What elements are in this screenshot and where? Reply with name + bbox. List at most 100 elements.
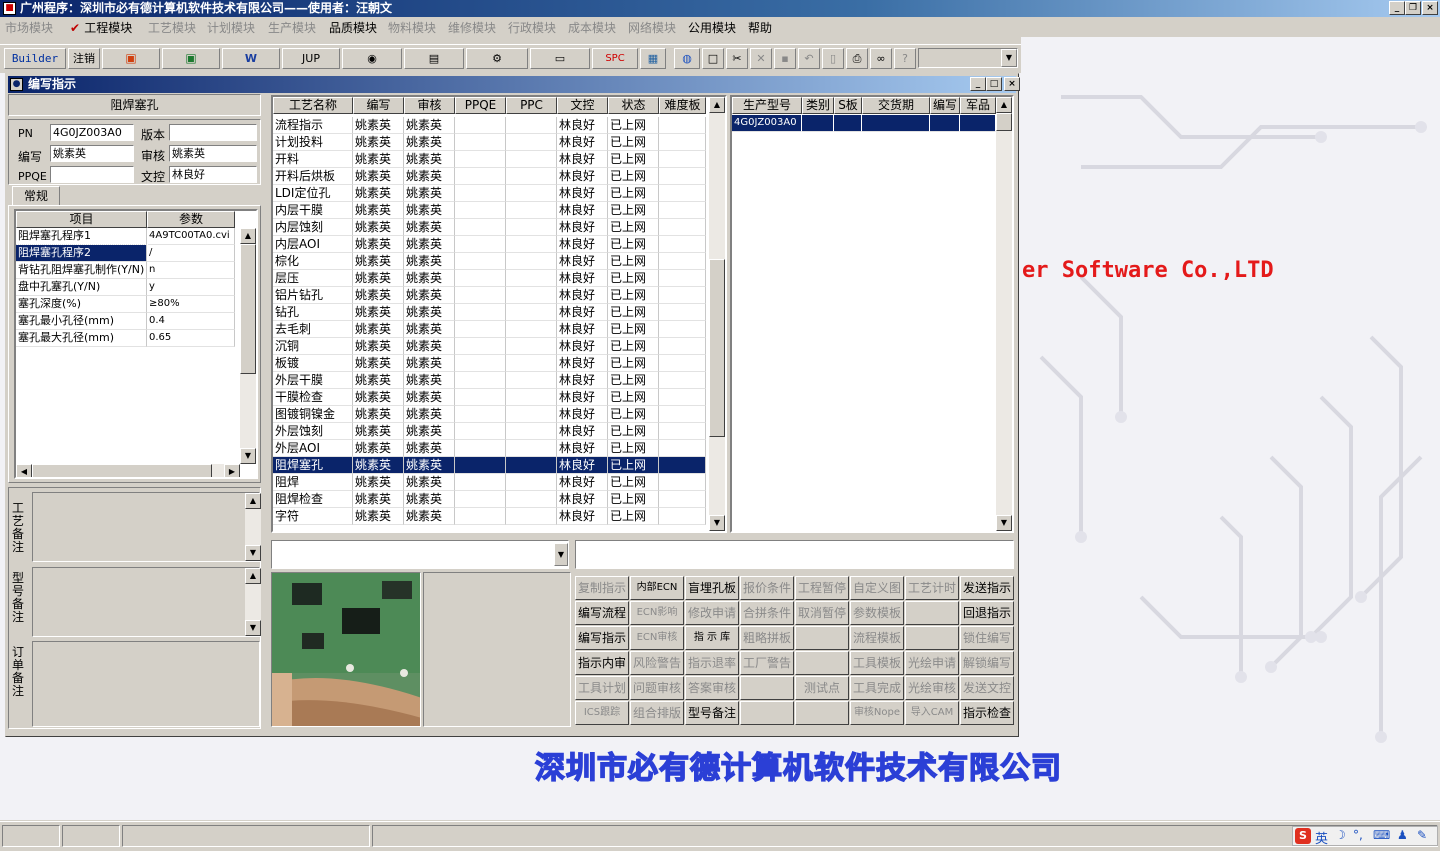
order-vscroll[interactable]: ▲ ▼: [996, 97, 1012, 531]
jup-button[interactable]: JUP: [282, 48, 340, 69]
menu-12[interactable]: 帮助: [748, 19, 772, 36]
process-row[interactable]: 去毛刺 姚素英 姚素英 林良好 已上网: [273, 321, 713, 338]
print-button[interactable]: ⎙: [846, 48, 868, 69]
calculator-button[interactable]: ▦: [640, 48, 666, 69]
ppqe-field[interactable]: [50, 166, 134, 183]
action-button[interactable]: 编写流程: [575, 601, 629, 625]
minimize-button[interactable]: _: [1389, 1, 1405, 15]
param-row[interactable]: 盘中孔塞孔(Y/N) y: [16, 279, 240, 296]
action-button[interactable]: 取消暂停: [795, 601, 849, 625]
scroll-down-icon[interactable]: ▼: [245, 545, 261, 561]
action-button[interactable]: 编写指示: [575, 626, 629, 650]
action-button[interactable]: 光绘申请: [905, 651, 959, 675]
action-button[interactable]: 流程模板: [850, 626, 904, 650]
version-field[interactable]: [169, 124, 257, 141]
punctuation-icon[interactable]: °,: [1353, 828, 1363, 842]
process-row[interactable]: 外层蚀刻 姚素英 姚素英 林良好 已上网: [273, 423, 713, 440]
menu-11[interactable]: 公用模块: [688, 19, 736, 36]
menu-6[interactable]: 物料模块: [388, 19, 436, 36]
process-remark-field[interactable]: ▲ ▼: [32, 492, 261, 562]
action-button[interactable]: 指示退率: [685, 651, 739, 675]
menu-0[interactable]: 市场模块: [5, 19, 53, 36]
logout-button[interactable]: 注销: [68, 48, 100, 69]
chevron-down-icon[interactable]: ▼: [554, 543, 568, 566]
scroll-thumb[interactable]: [996, 113, 1012, 131]
computer-button[interactable]: ▭: [530, 48, 590, 69]
param-value[interactable]: /: [147, 245, 235, 262]
order-column-header[interactable]: 军品: [960, 97, 996, 114]
spc-button[interactable]: SPC: [592, 48, 638, 69]
action-button[interactable]: [905, 626, 959, 650]
order-column-header[interactable]: S板: [834, 97, 862, 114]
menu-1[interactable]: ✔ 工程模块: [70, 19, 132, 36]
action-button[interactable]: 组合排版: [630, 701, 684, 725]
action-button[interactable]: ECN影响: [630, 601, 684, 625]
restore-button[interactable]: ❐: [1405, 1, 1421, 15]
action-button[interactable]: [740, 676, 794, 700]
powerpoint-button[interactable]: ▣: [102, 48, 160, 69]
remark-vscroll[interactable]: ▲ ▼: [245, 568, 261, 636]
scroll-down-icon[interactable]: ▼: [240, 448, 256, 464]
action-button[interactable]: 参数模板: [850, 601, 904, 625]
process-row[interactable]: 开料 姚素英 姚素英 林良好 已上网: [273, 151, 713, 168]
save-button[interactable]: ▪: [774, 48, 796, 69]
browser-button[interactable]: ◍: [674, 48, 700, 69]
action-button[interactable]: 自定义图: [850, 576, 904, 600]
order-column-header[interactable]: 生产型号: [732, 97, 802, 114]
param-value[interactable]: 0.65: [147, 330, 235, 347]
wrench-icon[interactable]: ✎: [1417, 828, 1427, 842]
review-field[interactable]: 姚素英: [169, 145, 257, 162]
param-row[interactable]: 塞孔最小孔径(mm) 0.4: [16, 313, 240, 330]
process-column-header[interactable]: 难度板: [659, 97, 706, 114]
process-row[interactable]: 计划投料 姚素英 姚素英 林良好 已上网: [273, 134, 713, 151]
action-button[interactable]: 粗略拼板: [740, 626, 794, 650]
action-button[interactable]: 指示内审: [575, 651, 629, 675]
action-button[interactable]: 工具计划: [575, 676, 629, 700]
action-button[interactable]: 型号备注: [685, 701, 739, 725]
toolbar-combo[interactable]: ▼: [918, 48, 1018, 68]
menu-5[interactable]: 品质模块: [329, 19, 377, 36]
new-button[interactable]: □: [702, 48, 724, 69]
param-row[interactable]: 背钻孔阻焊塞孔制作(Y/N) n: [16, 262, 240, 279]
tab-general[interactable]: 常规: [12, 186, 60, 206]
action-button[interactable]: 工程暂停: [795, 576, 849, 600]
process-combo[interactable]: ▼: [271, 540, 569, 569]
action-button[interactable]: [795, 626, 849, 650]
window-close-button[interactable]: ×: [1004, 77, 1020, 91]
process-row[interactable]: 内层蚀刻 姚素英 姚素英 林良好 已上网: [273, 219, 713, 236]
menu-9[interactable]: 成本模块: [568, 19, 616, 36]
process-row[interactable]: 流程指示 姚素英 姚素英 林良好 已上网: [273, 117, 713, 134]
scroll-left-icon[interactable]: ◀: [16, 464, 32, 477]
process-row[interactable]: 阻焊塞孔 姚素英 姚素英 林良好 已上网: [273, 457, 713, 474]
action-button[interactable]: 工厂警告: [740, 651, 794, 675]
action-button[interactable]: 指 示 库: [685, 626, 739, 650]
param-value[interactable]: 4A9TC00TA0.cvi: [147, 228, 235, 245]
help-button[interactable]: ?: [894, 48, 916, 69]
action-button[interactable]: 工具完成: [850, 676, 904, 700]
scroll-up-icon[interactable]: ▲: [996, 97, 1012, 113]
remark-vscroll[interactable]: ▲ ▼: [245, 493, 261, 561]
process-row[interactable]: 内层干膜 姚素英 姚素英 林良好 已上网: [273, 202, 713, 219]
order-column-header[interactable]: 编写: [930, 97, 960, 114]
process-row[interactable]: 层压 姚素英 姚素英 林良好 已上网: [273, 270, 713, 287]
word-button[interactable]: W: [222, 48, 280, 69]
action-button[interactable]: 测试点: [795, 676, 849, 700]
action-button[interactable]: 盲埋孔板: [685, 576, 739, 600]
process-vscroll[interactable]: ▲ ▼: [709, 97, 725, 531]
process-row[interactable]: 阻焊检查 姚素英 姚素英 林良好 已上网: [273, 491, 713, 508]
param-vscroll[interactable]: ▲ ▼: [240, 228, 256, 464]
network-button[interactable]: ⚙: [466, 48, 528, 69]
close-button[interactable]: ×: [1422, 1, 1438, 15]
process-row[interactable]: 外层AOI 姚素英 姚素英 林良好 已上网: [273, 440, 713, 457]
delete-button[interactable]: ✕: [750, 48, 772, 69]
scroll-thumb[interactable]: [709, 259, 725, 437]
find-button[interactable]: ∞: [870, 48, 892, 69]
process-column-header[interactable]: 编写: [353, 97, 404, 114]
process-column-header[interactable]: PPQE: [455, 97, 506, 114]
model-remark-field[interactable]: ▲ ▼: [32, 567, 261, 637]
process-column-header[interactable]: 文控: [557, 97, 608, 114]
action-button[interactable]: 发送文控: [960, 676, 1014, 700]
process-row[interactable]: 沉铜 姚素英 姚素英 林良好 已上网: [273, 338, 713, 355]
order-column-header[interactable]: 交货期: [862, 97, 930, 114]
process-row[interactable]: 钻孔 姚素英 姚素英 林良好 已上网: [273, 304, 713, 321]
